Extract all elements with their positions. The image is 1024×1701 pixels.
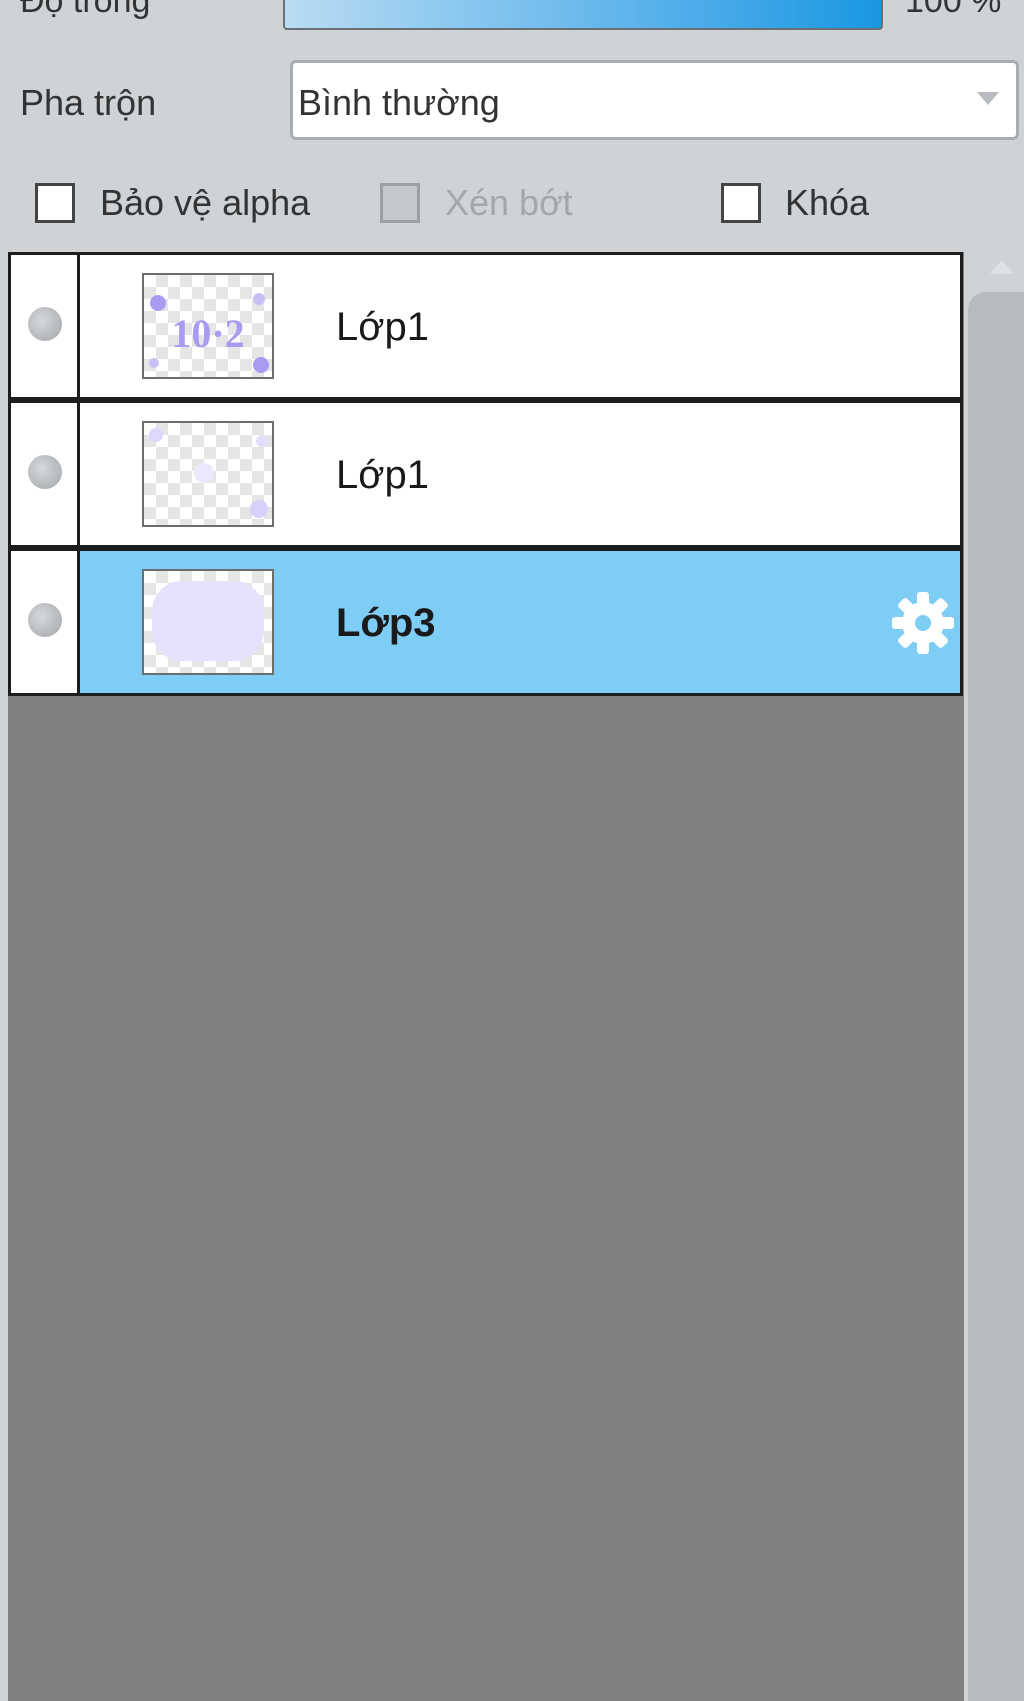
layer-thumbnail <box>142 569 274 675</box>
clipping-checkbox[interactable] <box>380 183 420 223</box>
gear-icon[interactable] <box>889 589 957 657</box>
visibility-toggle[interactable] <box>11 551 80 693</box>
scrollbar-thumb[interactable] <box>968 292 1024 1701</box>
visibility-dot-icon[interactable] <box>28 307 62 341</box>
clipping-label: Xén bớt <box>445 182 573 223</box>
layer-name[interactable]: Lớp3 <box>336 601 436 646</box>
layer-name[interactable]: Lớp1 <box>336 453 429 498</box>
visibility-toggle[interactable] <box>11 255 80 397</box>
layer-main-cell[interactable]: Lớp1 <box>80 403 960 545</box>
thumbnail-art <box>152 581 264 661</box>
opacity-value: 100 % <box>905 0 1002 20</box>
visibility-toggle[interactable] <box>11 403 80 545</box>
visibility-dot-icon[interactable] <box>28 603 62 637</box>
layer-thumbnail <box>142 421 274 527</box>
thumbnail-art <box>149 428 268 518</box>
layer-row[interactable]: Lớp1 <box>8 400 963 548</box>
layer-row[interactable]: 10·2 Lớp1 <box>8 252 963 400</box>
opacity-slider[interactable] <box>283 0 883 30</box>
alpha-protect-checkbox[interactable] <box>35 183 75 223</box>
lock-label: Khóa <box>785 182 870 223</box>
layer-name[interactable]: Lớp1 <box>336 305 429 350</box>
scroll-up-arrow-icon[interactable] <box>990 260 1014 274</box>
blend-mode-label: Pha trộn <box>20 82 157 123</box>
thumbnail-text: 10·2 <box>171 311 244 356</box>
lock-checkbox[interactable] <box>721 183 761 223</box>
opacity-label: Độ trong <box>20 0 151 20</box>
layer-row[interactable]: Lớp3 <box>8 548 963 696</box>
layer-main-cell[interactable]: Lớp3 <box>80 551 960 693</box>
blend-mode-value: Bình thường <box>298 82 500 123</box>
visibility-dot-icon[interactable] <box>28 455 62 489</box>
alpha-protect-label: Bảo vệ alpha <box>100 182 311 223</box>
dropdown-arrow-icon[interactable] <box>977 92 999 105</box>
layer-main-cell[interactable]: 10·2 Lớp1 <box>80 255 960 397</box>
thumbnail-art: 10·2 <box>149 293 269 373</box>
layer-thumbnail: 10·2 <box>142 273 274 379</box>
